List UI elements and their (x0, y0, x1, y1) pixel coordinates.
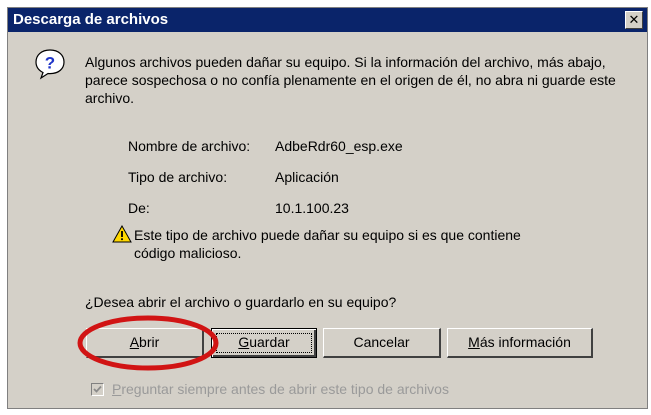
file-type-value: Aplicación (275, 169, 339, 185)
close-icon: ✕ (628, 12, 640, 27)
more-mnemonic: M (468, 334, 480, 350)
more-info-button[interactable]: Más información (447, 328, 593, 358)
question-icon: ? (35, 49, 65, 80)
checkmark-icon (93, 385, 102, 393)
always-ask-checkbox[interactable] (91, 383, 104, 396)
always-ask-label: Preguntar siempre antes de abrir este ti… (112, 381, 449, 397)
source-label: De: (128, 200, 150, 216)
warning-icon (112, 225, 132, 243)
save-button[interactable]: Guardar (211, 328, 317, 358)
title-bar[interactable]: Descarga de archivos ✕ (8, 8, 647, 32)
red-highlight-ellipse (77, 315, 219, 371)
more-info-button-label: Más información (468, 334, 571, 350)
svg-text:?: ? (45, 54, 55, 73)
close-button[interactable]: ✕ (625, 11, 643, 29)
checkbox-label-rest: reguntar siempre antes de abrir este tip… (121, 381, 449, 397)
focus-rectangle (216, 333, 312, 353)
open-or-save-question: ¿Desea abrir el archivo o guardarlo en s… (85, 294, 397, 310)
checkbox-mnemonic: P (112, 381, 122, 397)
cancel-button-label: Cancelar (353, 334, 410, 350)
cancel-button[interactable]: Cancelar (323, 328, 441, 358)
warning-message: Algunos archivos pueden dañar su equipo.… (85, 54, 616, 106)
warning-text: Este tipo de archivo puede dañar su equi… (134, 227, 521, 261)
source-value: 10.1.100.23 (275, 200, 349, 216)
file-type-label: Tipo de archivo: (128, 169, 228, 185)
more-label-rest: ás información (479, 334, 571, 350)
dialog-title: Descarga de archivos (13, 11, 169, 28)
file-name-value: AdbeRdr60_esp.exe (275, 138, 403, 154)
file-name-label: Nombre de archivo: (128, 138, 251, 154)
